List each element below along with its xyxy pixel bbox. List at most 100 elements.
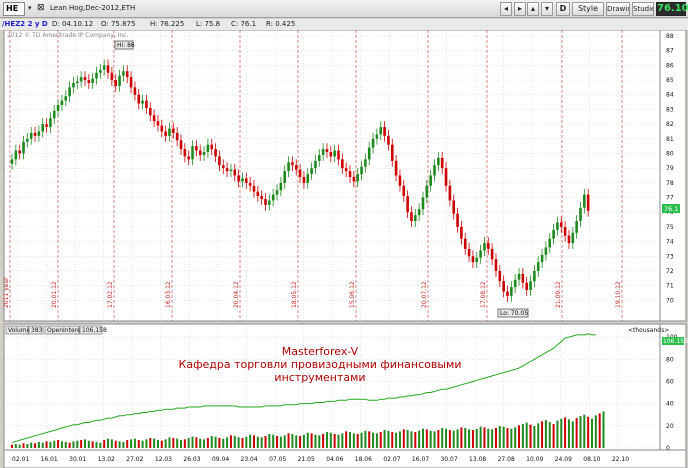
next-icon[interactable]: ▸	[514, 2, 526, 16]
lower-tick-label: 80	[666, 356, 674, 363]
candle-body	[329, 152, 333, 157]
volume-bar	[352, 433, 355, 448]
volume-bar	[26, 444, 29, 448]
volume-bar	[18, 444, 21, 448]
candle-body	[310, 168, 313, 175]
expand-icon[interactable]: ▾	[541, 2, 553, 16]
volume-bar	[80, 440, 83, 448]
candle-body	[490, 248, 494, 260]
volume-bar	[272, 434, 275, 448]
volume-bar	[164, 439, 167, 448]
y-tick-label: 72	[666, 268, 674, 275]
y-tick-label: 83	[666, 106, 674, 113]
volume-bar	[533, 426, 536, 448]
candle-body	[122, 71, 125, 76]
x-tick-label: 13.02	[98, 456, 115, 463]
volume-bar	[283, 435, 286, 448]
volume-bar	[41, 442, 44, 448]
candle-body	[183, 149, 187, 157]
volume-bar	[448, 430, 451, 448]
volume-bar	[537, 423, 540, 448]
candle-body	[475, 257, 479, 263]
volume-bar	[514, 427, 517, 448]
volume-bar	[456, 429, 459, 448]
candle-body	[444, 168, 448, 186]
collapse-icon[interactable]: ▴	[527, 2, 539, 16]
volume-bar	[37, 442, 40, 448]
volume-bar	[22, 443, 25, 448]
volume-bar	[398, 431, 401, 448]
volume-bar	[364, 430, 367, 448]
drawings-label: Drawings	[607, 5, 629, 13]
dropdown-icon[interactable]: ▾	[28, 4, 32, 12]
candle-body	[268, 200, 271, 205]
volume-bar	[245, 436, 248, 448]
volume-bar	[14, 444, 17, 448]
candle-body	[141, 100, 144, 104]
volume-bar	[418, 430, 421, 448]
candle-body	[364, 159, 367, 167]
volume-bar	[133, 438, 136, 448]
volume-bar	[114, 440, 117, 448]
candle-body	[133, 87, 137, 95]
d-button[interactable]: D	[556, 2, 570, 16]
volume-bar	[375, 433, 378, 448]
candle-body	[56, 105, 60, 111]
style-label: Style	[577, 4, 599, 13]
lower-tick-label: 40	[666, 401, 674, 408]
candle-body	[33, 132, 37, 136]
volume-bar	[349, 432, 352, 448]
volume-bar	[256, 436, 259, 448]
candle-body	[552, 229, 555, 239]
volume-bar	[391, 432, 394, 448]
y-tick-label: 79	[666, 165, 674, 172]
volume-bar	[383, 430, 386, 448]
period-label: 17.02.12	[107, 281, 114, 308]
drawings-button[interactable]: Drawings	[606, 2, 630, 16]
candle-body	[198, 150, 202, 155]
volume-bar	[191, 436, 194, 448]
symbol-input[interactable]: HE	[3, 2, 25, 16]
prev-icon[interactable]: ◂	[500, 2, 512, 16]
y-tick-label: 71	[666, 283, 674, 290]
candle-body	[148, 107, 152, 116]
volume-bar	[468, 429, 471, 448]
x-tick-label: 30.01	[69, 456, 86, 463]
volume-bar	[479, 426, 482, 448]
volume-bar	[203, 439, 206, 448]
volume-bar	[206, 438, 209, 448]
candle-body	[398, 175, 402, 186]
candle-body	[452, 200, 456, 214]
volume-bar	[141, 440, 144, 448]
candle-body	[533, 270, 536, 282]
volume-bar	[68, 442, 71, 448]
price-pane	[3, 30, 661, 322]
candle-body	[325, 149, 329, 153]
volume-bar	[83, 439, 86, 448]
period-label: 15.06.12	[349, 281, 356, 308]
candle-body	[456, 213, 459, 227]
candle-body	[87, 80, 91, 83]
volume-bar	[341, 433, 344, 448]
price-chart[interactable]: 2011 year 20.01.12 17.02.12 16.03.12 20.04.1…	[0, 30, 688, 468]
volume-bar	[518, 425, 521, 448]
volume-bar	[502, 426, 505, 448]
volume-bar	[183, 439, 186, 448]
volume-bar	[199, 438, 202, 448]
candle-body	[383, 127, 386, 136]
candle-body	[517, 273, 521, 280]
quote-symbol: /HEZ2 2 y D	[2, 20, 48, 28]
volume-bar	[433, 431, 436, 448]
x-tick-label: 27.08	[498, 456, 515, 463]
studies-button[interactable]: Studies	[632, 2, 654, 16]
candle-body	[41, 124, 45, 132]
overlay-line-3: инструментами	[274, 371, 365, 384]
candle-body	[264, 198, 267, 205]
candle-body	[544, 247, 548, 255]
candle-body	[483, 243, 486, 251]
style-button[interactable]: Style	[572, 2, 604, 16]
volume-bar	[333, 434, 336, 448]
candle-body	[64, 96, 68, 101]
lock-icon[interactable]: ⊠	[37, 3, 45, 13]
candle-body	[229, 169, 233, 172]
